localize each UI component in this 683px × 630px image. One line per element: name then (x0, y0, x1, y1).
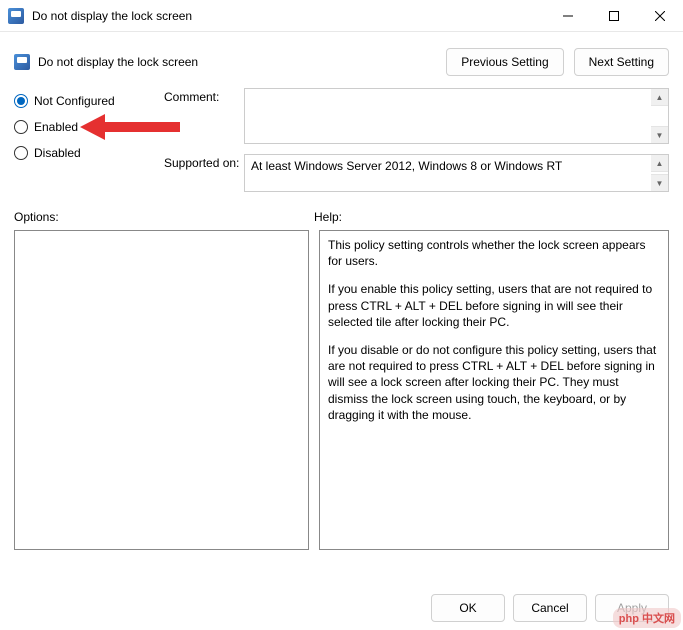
titlebar: Do not display the lock screen (0, 0, 683, 32)
maximize-button[interactable] (591, 0, 637, 32)
comment-block: Comment: ▲ ▼ Supported on: At least Wind… (164, 88, 669, 192)
header-row: Do not display the lock screen Previous … (14, 42, 669, 82)
panes: This policy setting controls whether the… (14, 230, 669, 550)
pane-labels: Options: Help: (14, 210, 669, 224)
radio-icon (14, 94, 28, 108)
config-area: Not Configured Enabled Disabled Comment:… (14, 88, 669, 192)
help-paragraph: This policy setting controls whether the… (328, 237, 660, 269)
app-icon (8, 8, 24, 24)
content: Do not display the lock screen Previous … (0, 32, 683, 550)
options-pane (14, 230, 309, 550)
help-pane: This policy setting controls whether the… (319, 230, 669, 550)
watermark: php 中文网 (613, 608, 681, 628)
comment-label: Comment: (164, 88, 244, 104)
next-setting-button[interactable]: Next Setting (574, 48, 669, 76)
supported-on-value: At least Windows Server 2012, Windows 8 … (251, 159, 562, 173)
help-paragraph: If you enable this policy setting, users… (328, 281, 660, 330)
help-label: Help: (314, 210, 669, 224)
comment-field[interactable]: ▲ ▼ (244, 88, 669, 144)
radio-label: Disabled (34, 146, 81, 160)
radio-disabled[interactable]: Disabled (14, 146, 164, 160)
cancel-button[interactable]: Cancel (513, 594, 587, 622)
minimize-button[interactable] (545, 0, 591, 32)
supported-on-label: Supported on: (164, 154, 244, 170)
scroll-down-icon[interactable]: ▼ (651, 126, 668, 143)
help-paragraph: If you disable or do not configure this … (328, 342, 660, 423)
ok-button[interactable]: OK (431, 594, 505, 622)
radio-enabled[interactable]: Enabled (14, 120, 164, 134)
scroll-down-icon[interactable]: ▼ (651, 174, 668, 191)
radio-icon (14, 120, 28, 134)
setting-icon (14, 54, 30, 70)
supported-on-field: At least Windows Server 2012, Windows 8 … (244, 154, 669, 192)
radio-not-configured[interactable]: Not Configured (14, 94, 164, 108)
window-title: Do not display the lock screen (32, 9, 545, 23)
state-radio-group: Not Configured Enabled Disabled (14, 88, 164, 192)
setting-name: Do not display the lock screen (38, 55, 198, 69)
radio-icon (14, 146, 28, 160)
close-button[interactable] (637, 0, 683, 32)
options-label: Options: (14, 210, 314, 224)
scroll-up-icon[interactable]: ▲ (651, 89, 668, 106)
scroll-up-icon[interactable]: ▲ (651, 155, 668, 172)
window-controls (545, 0, 683, 32)
radio-label: Enabled (34, 120, 78, 134)
radio-label: Not Configured (34, 94, 115, 108)
previous-setting-button[interactable]: Previous Setting (446, 48, 563, 76)
